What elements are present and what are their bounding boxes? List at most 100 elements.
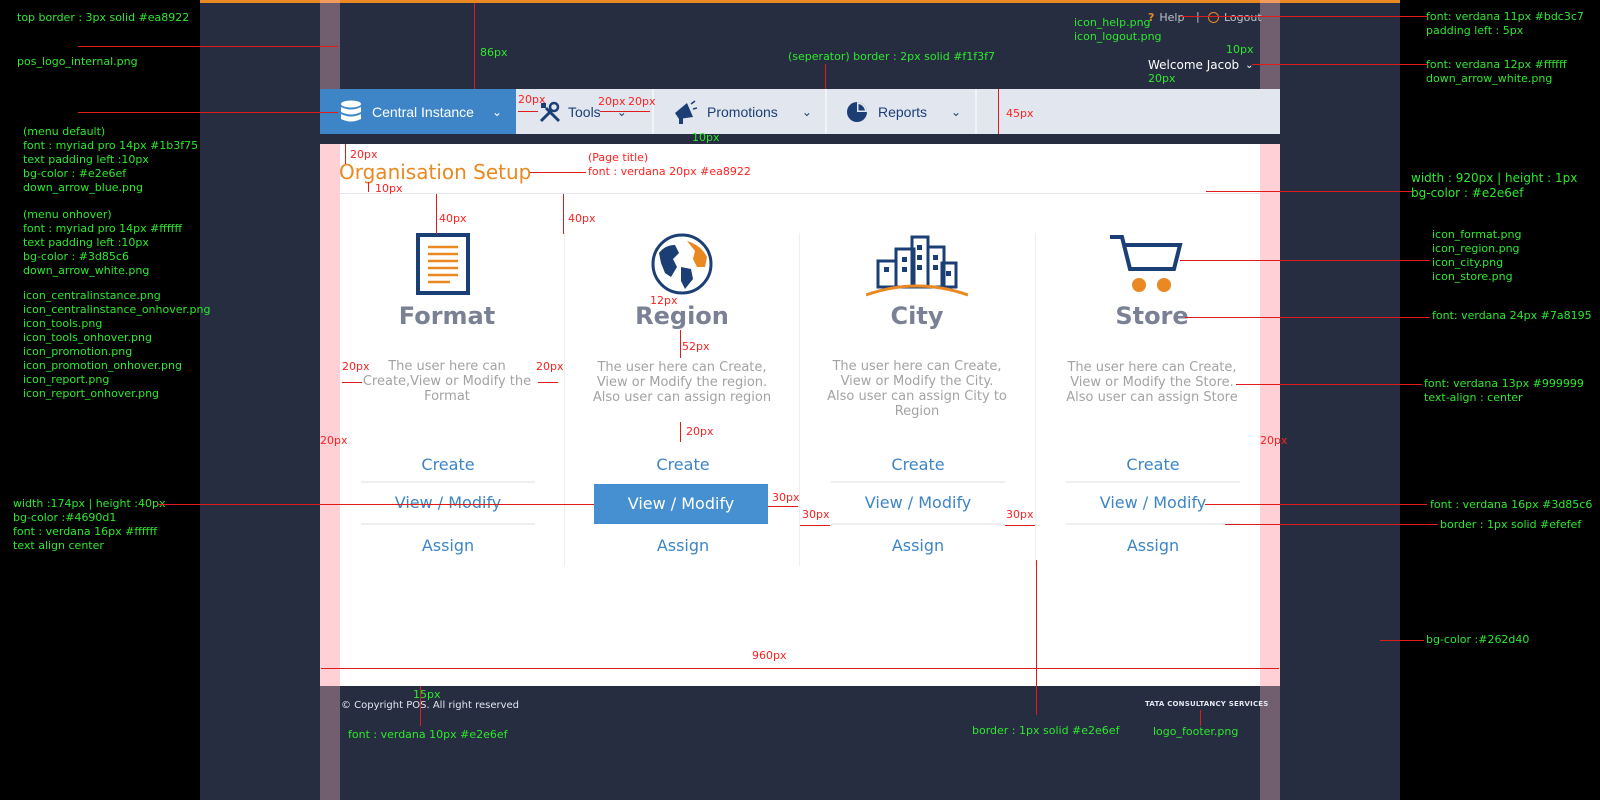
welcome-menu[interactable]: Welcome Jacob ⌄ — [1148, 57, 1254, 73]
annotation-footer-border: border : 1px solid #e2e6ef — [972, 724, 1120, 737]
page-title: Organisation Setup — [339, 160, 532, 184]
view-modify-link[interactable]: View / Modify — [361, 493, 535, 512]
annotation-page-title: (Page title) font : verdana 20px #ea8922 — [588, 151, 751, 179]
leader-line — [768, 506, 798, 507]
column-description: The user here can Create, View or Modify… — [1066, 360, 1238, 405]
action-separator — [831, 523, 1005, 525]
annotation-icon-files: icon_format.png icon_region.png icon_cit… — [1432, 228, 1521, 284]
annotation-dim-20: 20px — [1148, 72, 1176, 85]
database-icon — [341, 100, 361, 121]
annotation-line: down_arrow_white.png — [1426, 72, 1553, 85]
annotation-dim-45: 45px — [1006, 107, 1034, 120]
annotation-dim-20: 20px — [342, 360, 370, 373]
annotation-line: icon_promotion.png — [23, 345, 133, 358]
view-modify-button[interactable]: View / Modify — [594, 484, 768, 524]
annotation-line: icon_format.png — [1432, 228, 1522, 241]
action-separator — [1066, 523, 1240, 525]
annotation-desc-font: font: verdana 13px #999999 text-align : … — [1424, 377, 1584, 405]
annotation-footer-font: font : verdana 10px #e2e6ef — [348, 728, 508, 741]
annotation-rule-spec: width : 920px | height : 1px bg-color : … — [1411, 171, 1577, 201]
annotation-line: icon_report.png — [23, 373, 110, 386]
leader-line — [600, 111, 650, 112]
leader-line — [321, 668, 1279, 669]
annotation-line: font: verdana 11px #bdc3c7 — [1426, 10, 1584, 23]
annotation-line: (Page title) — [588, 151, 649, 164]
leader-line — [800, 525, 830, 526]
leader-line — [530, 172, 586, 173]
create-link[interactable]: Create — [596, 455, 770, 474]
city-icon — [866, 235, 968, 297]
annotation-dim-10: 10px — [375, 182, 403, 195]
menu-item-promotions[interactable]: Promotions ⌄ — [673, 89, 812, 134]
annotation-line: bg-color : #e2e6ef — [23, 167, 127, 180]
annotation-line: padding left : 5px — [1426, 24, 1524, 37]
menu-label: Promotions — [707, 103, 778, 120]
view-modify-link[interactable]: View / Modify — [1066, 493, 1240, 512]
leader-line — [1185, 317, 1430, 318]
assign-link[interactable]: Assign — [1066, 536, 1240, 555]
menu-label: Central Instance — [372, 103, 474, 120]
annotation-line: font: verdana 13px #999999 — [1424, 377, 1584, 390]
leader-line — [1200, 710, 1201, 726]
leader-line — [563, 194, 564, 234]
menu-separator — [825, 89, 827, 134]
leader-line — [368, 182, 369, 192]
annotation-border-spec: border : 1px solid #efefef — [1440, 518, 1582, 531]
chevron-down-icon: ⌄ — [801, 104, 812, 119]
annotation-line: icon_centralinstance_onhover.png — [23, 303, 211, 316]
assign-link[interactable]: Assign — [831, 536, 1005, 555]
annotation-dim-20: 20px — [1260, 434, 1288, 447]
logout-label: Logout — [1224, 10, 1262, 24]
annotation-line: font: verdana 12px #ffffff — [1426, 58, 1567, 71]
annotation-header-icons: icon_help.png icon_logout.png — [1074, 16, 1162, 44]
menu-item-central-instance[interactable]: Central Instance ⌄ — [320, 89, 516, 134]
leader-line — [825, 64, 826, 89]
annotation-dim-40: 40px — [439, 212, 467, 225]
title-rule — [340, 193, 1260, 194]
annotation-dim-15: 15px — [413, 688, 441, 701]
logout-link[interactable]: Logout — [1208, 10, 1262, 24]
column-divider — [1035, 233, 1036, 566]
content-padding-right — [1260, 144, 1280, 686]
annotation-dim-20: 20px — [518, 93, 546, 106]
column-title: Store — [1115, 302, 1189, 330]
leader-line — [345, 144, 346, 164]
annotation-button-spec: width :174px | height :40px bg-color :#4… — [13, 497, 165, 553]
create-link[interactable]: Create — [1066, 455, 1240, 474]
annotation-dim-30: 30px — [802, 508, 830, 521]
chevron-down-icon: ⌄ — [951, 104, 962, 119]
annotation-dim-20: 20px — [320, 434, 348, 447]
annotation-bg-spec: bg-color :#262d40 — [1426, 633, 1530, 646]
annotation-top-border: top border : 3px solid #ea8922 — [17, 11, 190, 24]
annotation-dim-20: 20px — [686, 425, 714, 438]
leader-line — [1380, 640, 1424, 641]
column-divider — [564, 233, 565, 566]
leader-line — [518, 111, 538, 112]
action-separator — [1066, 481, 1240, 483]
annotation-separator-spec: (seperator) border : 2px solid #f1f3f7 — [788, 50, 996, 63]
annotation-line: text align center — [13, 539, 104, 552]
annotation-footer-logo: logo_footer.png — [1153, 725, 1239, 738]
annotation-line: icon_help.png — [1074, 16, 1151, 29]
annotation-dim-20: 20px — [536, 360, 564, 373]
leader-line — [680, 330, 681, 358]
leader-line — [1225, 524, 1438, 525]
create-link[interactable]: Create — [361, 455, 535, 474]
assign-link[interactable]: Assign — [361, 536, 535, 555]
view-modify-link[interactable]: View / Modify — [831, 493, 1005, 512]
annotation-menu-onhover: (menu onhover) font : myriad pro 14px #f… — [23, 208, 182, 278]
assign-link[interactable]: Assign — [596, 536, 770, 555]
annotation-dim-20: 20px — [350, 148, 378, 161]
leader-line — [998, 89, 999, 134]
pie-chart-icon — [847, 101, 867, 122]
column-description: The user here can Create,View or Modify … — [362, 359, 532, 404]
menu-item-reports[interactable]: Reports ⌄ — [846, 89, 961, 134]
megaphone-icon — [675, 99, 697, 124]
create-link[interactable]: Create — [831, 455, 1005, 474]
menu-gap — [320, 134, 1280, 144]
annotation-line: icon_tools_onhover.png — [23, 331, 152, 344]
annotation-line: font : verdana 20px #ea8922 — [588, 165, 751, 178]
leader-line — [420, 686, 421, 726]
menu-separator — [975, 89, 977, 134]
annotation-line: icon_city.png — [1432, 256, 1504, 269]
